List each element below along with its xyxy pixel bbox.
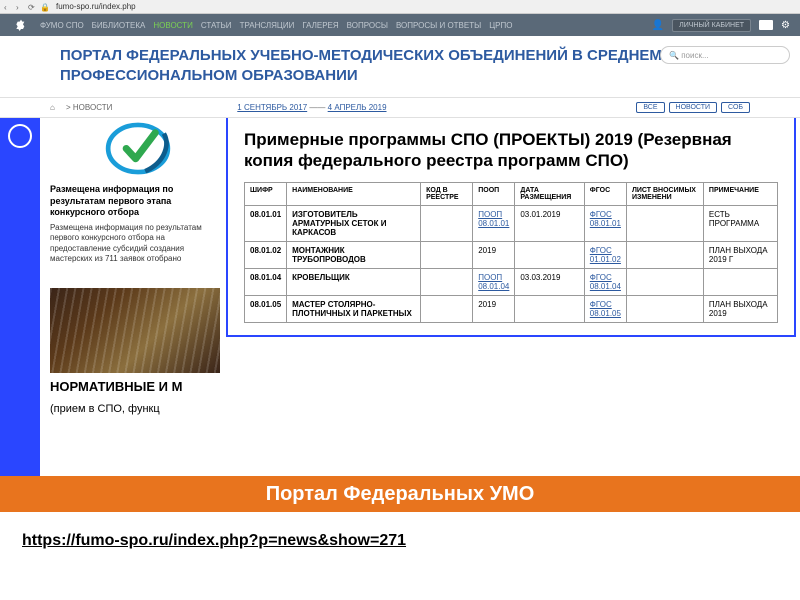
checkmark-icon (93, 118, 183, 178)
breadcrumb-section[interactable]: НОВОСТИ (73, 103, 112, 112)
settings-icon[interactable]: ⚙ (781, 20, 790, 31)
table-row: 08.01.04КРОВЕЛЬЩИКПООП08.01.0403.03.2019… (245, 268, 778, 295)
mail-icon[interactable] (759, 20, 773, 30)
top-navigation: ФУМО СПО БИБЛИОТЕКА НОВОСТИ СТАТЬИ ТРАНС… (0, 14, 800, 36)
tab-all[interactable]: ВСЕ (636, 102, 664, 113)
banner-text: Портал Федеральных УМО (266, 483, 535, 506)
fgos-link[interactable]: ФГОС08.01.01 (590, 210, 621, 228)
card2-title: НОРМАТИВНЫЕ И М (50, 379, 225, 396)
table-header-row: ШИФР НАИМЕНОВАНИЕ КОД В РЕЕСТРЕ ПООП ДАТ… (245, 182, 778, 205)
page-title: ПОРТАЛ ФЕДЕРАЛЬНЫХ УЧЕБНО-МЕТОДИЧЕСКИХ О… (60, 46, 740, 85)
fgos-link[interactable]: ФГОС01.01.02 (590, 246, 621, 264)
poop-link[interactable]: ПООП08.01.01 (478, 210, 509, 228)
overlay-title: Примерные программы СПО (ПРОЕКТЫ) 2019 (… (244, 129, 778, 172)
bottom-url-link[interactable]: https://fumo-spo.ru/index.php?p=news&sho… (22, 532, 406, 549)
tab-events[interactable]: СОБ (721, 102, 750, 113)
site-logo[interactable] (10, 16, 32, 34)
date-range: 1 СЕНТЯБРЬ 2017 —— 4 АПРЕЛЬ 2019 (237, 103, 386, 112)
page-header: ПОРТАЛ ФЕДЕРАЛЬНЫХ УЧЕБНО-МЕТОДИЧЕСКИХ О… (0, 36, 800, 98)
nav-crpo[interactable]: ЦРПО (489, 21, 512, 30)
address-bar[interactable]: fumo-spo.ru/index.php (56, 2, 136, 11)
search-icon: 🔍 (669, 51, 679, 60)
nav-news[interactable]: НОВОСТИ (153, 21, 192, 30)
orange-banner: Портал Федеральных УМО (0, 476, 800, 512)
card1-text: Размещена информация по результатам перв… (50, 223, 225, 265)
filter-tabs: ВСЕ НОВОСТИ СОБ (636, 102, 750, 113)
breadcrumb-bar: ⌂ > НОВОСТИ 1 СЕНТЯБРЬ 2017 —— 4 АПРЕЛЬ … (0, 98, 800, 118)
nav-fumo[interactable]: ФУМО СПО (40, 21, 84, 30)
date-from[interactable]: 1 СЕНТЯБРЬ 2017 (237, 103, 307, 112)
programs-overlay: Примерные программы СПО (ПРОЕКТЫ) 2019 (… (226, 118, 796, 337)
content-area: Размещена информация по результатам перв… (0, 118, 800, 476)
table-row: 08.01.02МОНТАЖНИК ТРУБОПРОВОДОВ2019ФГОС0… (245, 241, 778, 268)
fgos-link[interactable]: ФГОС08.01.04 (590, 273, 621, 291)
home-icon[interactable]: ⌂ (50, 103, 60, 113)
reload-icon[interactable]: ⟳ (28, 3, 36, 11)
poop-link[interactable]: ПООП08.01.04 (478, 273, 509, 291)
books-image (50, 288, 220, 373)
fgos-link[interactable]: ФГОС08.01.05 (590, 300, 621, 318)
search-input[interactable]: 🔍 поиск... (660, 46, 790, 64)
blue-sidebar (0, 118, 40, 476)
url-section: https://fumo-spo.ru/index.php?p=news&sho… (0, 512, 800, 570)
nav-articles[interactable]: СТАТЬИ (201, 21, 232, 30)
news-card-2[interactable]: НОРМАТИВНЫЕ И М (прием в СПО, функц (50, 288, 225, 416)
cabinet-button[interactable]: ЛИЧНЫЙ КАБИНЕТ (672, 19, 751, 32)
nav-library[interactable]: БИБЛИОТЕКА (92, 21, 146, 30)
tab-news[interactable]: НОВОСТИ (669, 102, 718, 113)
forward-icon[interactable]: › (16, 3, 24, 11)
card1-title: Размещена информация по результатам перв… (50, 184, 225, 219)
circle-indicator (8, 124, 32, 148)
table-row: 08.01.01ИЗГОТОВИТЕЛЬ АРМАТУРНЫХ СЕТОК И … (245, 205, 778, 241)
programs-table: ШИФР НАИМЕНОВАНИЕ КОД В РЕЕСТРЕ ПООП ДАТ… (244, 182, 778, 323)
news-card-1[interactable]: Размещена информация по результатам перв… (50, 118, 225, 265)
browser-chrome: ‹ › ⟳ 🔒 fumo-spo.ru/index.php (0, 0, 800, 14)
card2-sub: (прием в СПО, функц (50, 402, 225, 416)
back-icon[interactable]: ‹ (4, 3, 12, 11)
table-row: 08.01.05МАСТЕР СТОЛЯРНО-ПЛОТНИЧНЫХ И ПАР… (245, 295, 778, 322)
nav-faq[interactable]: ВОПРОСЫ И ОТВЕТЫ (396, 21, 481, 30)
user-icon[interactable]: 👤 (652, 20, 664, 31)
nav-broadcasts[interactable]: ТРАНСЛЯЦИИ (240, 21, 295, 30)
lock-icon: 🔒 (40, 3, 48, 11)
breadcrumb-sep: > (66, 103, 71, 112)
nav-gallery[interactable]: ГАЛЕРЕЯ (302, 21, 338, 30)
date-to[interactable]: 4 АПРЕЛЬ 2019 (328, 103, 387, 112)
nav-questions[interactable]: ВОПРОСЫ (347, 21, 388, 30)
